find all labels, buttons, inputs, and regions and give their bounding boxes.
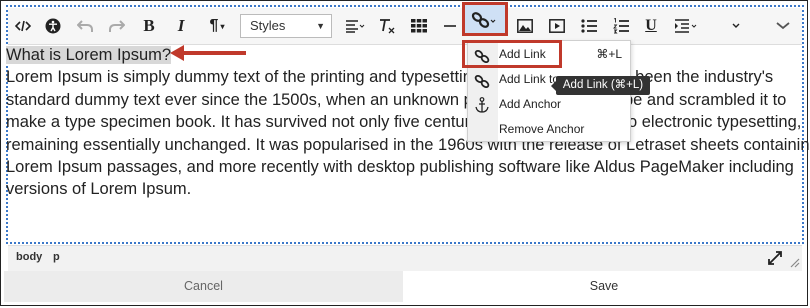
statusbar: body p <box>8 245 802 271</box>
button-row: Cancel Save <box>0 271 808 306</box>
fullscreen-icon[interactable] <box>768 251 782 270</box>
accessibility-icon[interactable] <box>42 12 64 40</box>
menu-item-add-anchor[interactable]: Add Anchor <box>468 92 630 117</box>
align-icon[interactable] <box>342 12 368 40</box>
chevron-down-icon: ▼ <box>316 21 325 31</box>
undo-icon[interactable] <box>74 12 96 40</box>
horizontal-rule-icon[interactable] <box>440 12 460 40</box>
bullet-list-icon[interactable] <box>578 12 600 40</box>
paragraph-line: versions of Lorem Ipsum. <box>6 180 192 199</box>
paragraph-line: remaining essentially unchanged. It was … <box>6 135 810 154</box>
collapse-icon[interactable] <box>772 12 794 40</box>
image-icon[interactable] <box>514 12 536 40</box>
path-p[interactable]: p <box>53 251 60 263</box>
paragraph-line: standard dummy text ever since the 1500s… <box>6 90 787 109</box>
menu-item-remove-anchor[interactable]: Remove Anchor <box>468 117 630 142</box>
table-icon[interactable] <box>408 12 430 40</box>
editor-content[interactable]: What is Lorem Ipsum? Lorem Ipsum is simp… <box>6 44 810 201</box>
italic-icon[interactable]: I <box>170 12 192 40</box>
underline-icon[interactable]: U <box>640 12 662 40</box>
numbered-list-icon[interactable] <box>610 12 632 40</box>
indent-icon[interactable] <box>672 12 700 40</box>
save-button[interactable]: Save <box>404 271 804 302</box>
styles-label: Styles <box>250 18 286 33</box>
link-icon <box>471 11 497 34</box>
video-icon[interactable] <box>546 12 568 40</box>
paragraph-icon[interactable]: ¶ ▾ <box>202 12 232 40</box>
add-link-tooltip: Add Link (⌘+L) <box>551 76 650 95</box>
annotation-arrow-icon <box>170 45 246 61</box>
styles-dropdown[interactable]: Styles ▼ <box>240 14 332 38</box>
paragraph-line: Lorem Ipsum passages, and more recently … <box>6 158 794 177</box>
add-link-highlight <box>462 40 562 68</box>
bold-icon[interactable]: B <box>138 12 160 40</box>
paragraph-line: Lorem Ipsum is simply dummy text of the … <box>6 68 774 87</box>
paragraph-line: make a type specimen book. It has surviv… <box>6 113 802 132</box>
path-body[interactable]: body <box>16 251 42 263</box>
cancel-button[interactable]: Cancel <box>4 271 403 302</box>
code-view-icon[interactable] <box>12 12 34 40</box>
redo-icon[interactable] <box>106 12 128 40</box>
clear-format-icon[interactable] <box>376 12 398 40</box>
selected-heading: What is Lorem Ipsum? <box>6 46 172 64</box>
link-button[interactable] <box>462 2 508 36</box>
more-icon[interactable] <box>726 12 746 40</box>
heading-line: What is Lorem Ipsum? <box>6 44 802 66</box>
